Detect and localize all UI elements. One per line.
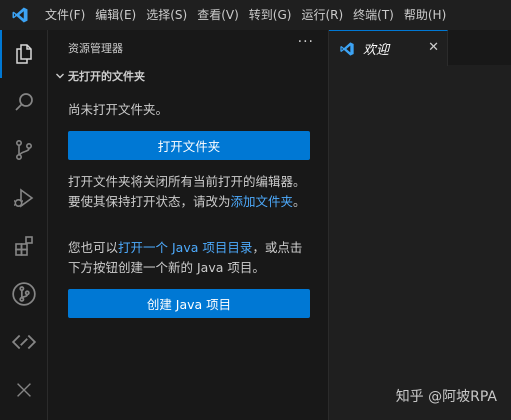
vscode-tab-icon [339, 41, 355, 57]
menu-help[interactable]: 帮助(H) [399, 0, 451, 30]
no-folder-message: 尚未打开文件夹。 [68, 102, 169, 117]
description-end: 。 [293, 194, 306, 209]
menu-selection[interactable]: 选择(S) [141, 0, 192, 30]
section-label: 无打开的文件夹 [68, 70, 145, 83]
no-folder-section-header[interactable]: 无打开的文件夹 [52, 66, 322, 86]
explorer-icon[interactable] [0, 30, 47, 78]
more-actions-icon[interactable]: ··· [298, 34, 314, 50]
close-icon[interactable] [0, 366, 47, 414]
tab-close-icon[interactable]: ✕ [428, 40, 439, 55]
open-java-project-link[interactable]: 打开一个 Java 项目目录 [118, 240, 252, 255]
sidebar-title: 资源管理器 [68, 42, 123, 55]
menu-edit[interactable]: 编辑(E) [90, 0, 141, 30]
run-debug-icon[interactable] [0, 174, 47, 222]
open-folder-button[interactable]: 打开文件夹 [68, 131, 310, 160]
menu-run[interactable]: 运行(R) [296, 0, 348, 30]
git-graph-icon[interactable] [0, 270, 47, 318]
remote-explorer-icon[interactable] [0, 318, 47, 366]
source-control-icon[interactable] [0, 126, 47, 174]
java-project-description: 您也可以打开一个 Java 项目目录，或点击下方按钮创建一个新的 Java 项目… [68, 238, 313, 278]
create-java-project-button[interactable]: 创建 Java 项目 [68, 289, 310, 318]
search-icon[interactable] [0, 78, 47, 126]
menu-terminal[interactable]: 终端(T) [348, 0, 399, 30]
java-text-start: 您也可以 [68, 240, 119, 255]
menu-file[interactable]: 文件(F) [40, 0, 90, 30]
vscode-window: 文件(F) 编辑(E) 选择(S) 查看(V) 转到(G) 运行(R) 终端(T… [0, 0, 511, 420]
chevron-down-icon [52, 71, 68, 81]
watermark-text: 知乎 @阿坡RPA [395, 389, 497, 405]
explorer-sidebar: 资源管理器 ··· 无打开的文件夹 尚未打开文件夹。 打开文件夹 打开文件夹将关… [48, 30, 329, 420]
tabs-bar: 欢迎 ✕ [329, 30, 511, 66]
tab-welcome[interactable]: 欢迎 ✕ [329, 30, 448, 66]
menu-bar: 文件(F) 编辑(E) 选择(S) 查看(V) 转到(G) 运行(R) 终端(T… [0, 0, 511, 30]
activity-bar [0, 30, 48, 420]
menu-view[interactable]: 查看(V) [192, 0, 244, 30]
tab-label: 欢迎 [363, 43, 390, 58]
extensions-icon[interactable] [0, 222, 47, 270]
vscode-logo-icon [0, 0, 40, 30]
editor-area: 欢迎 ✕ [329, 30, 511, 420]
add-folder-link[interactable]: 添加文件夹 [231, 194, 294, 209]
open-folder-description: 打开文件夹将关闭所有当前打开的编辑器。要使其保持打开状态，请改为添加文件夹。 [68, 172, 313, 212]
menu-go[interactable]: 转到(G) [244, 0, 297, 30]
